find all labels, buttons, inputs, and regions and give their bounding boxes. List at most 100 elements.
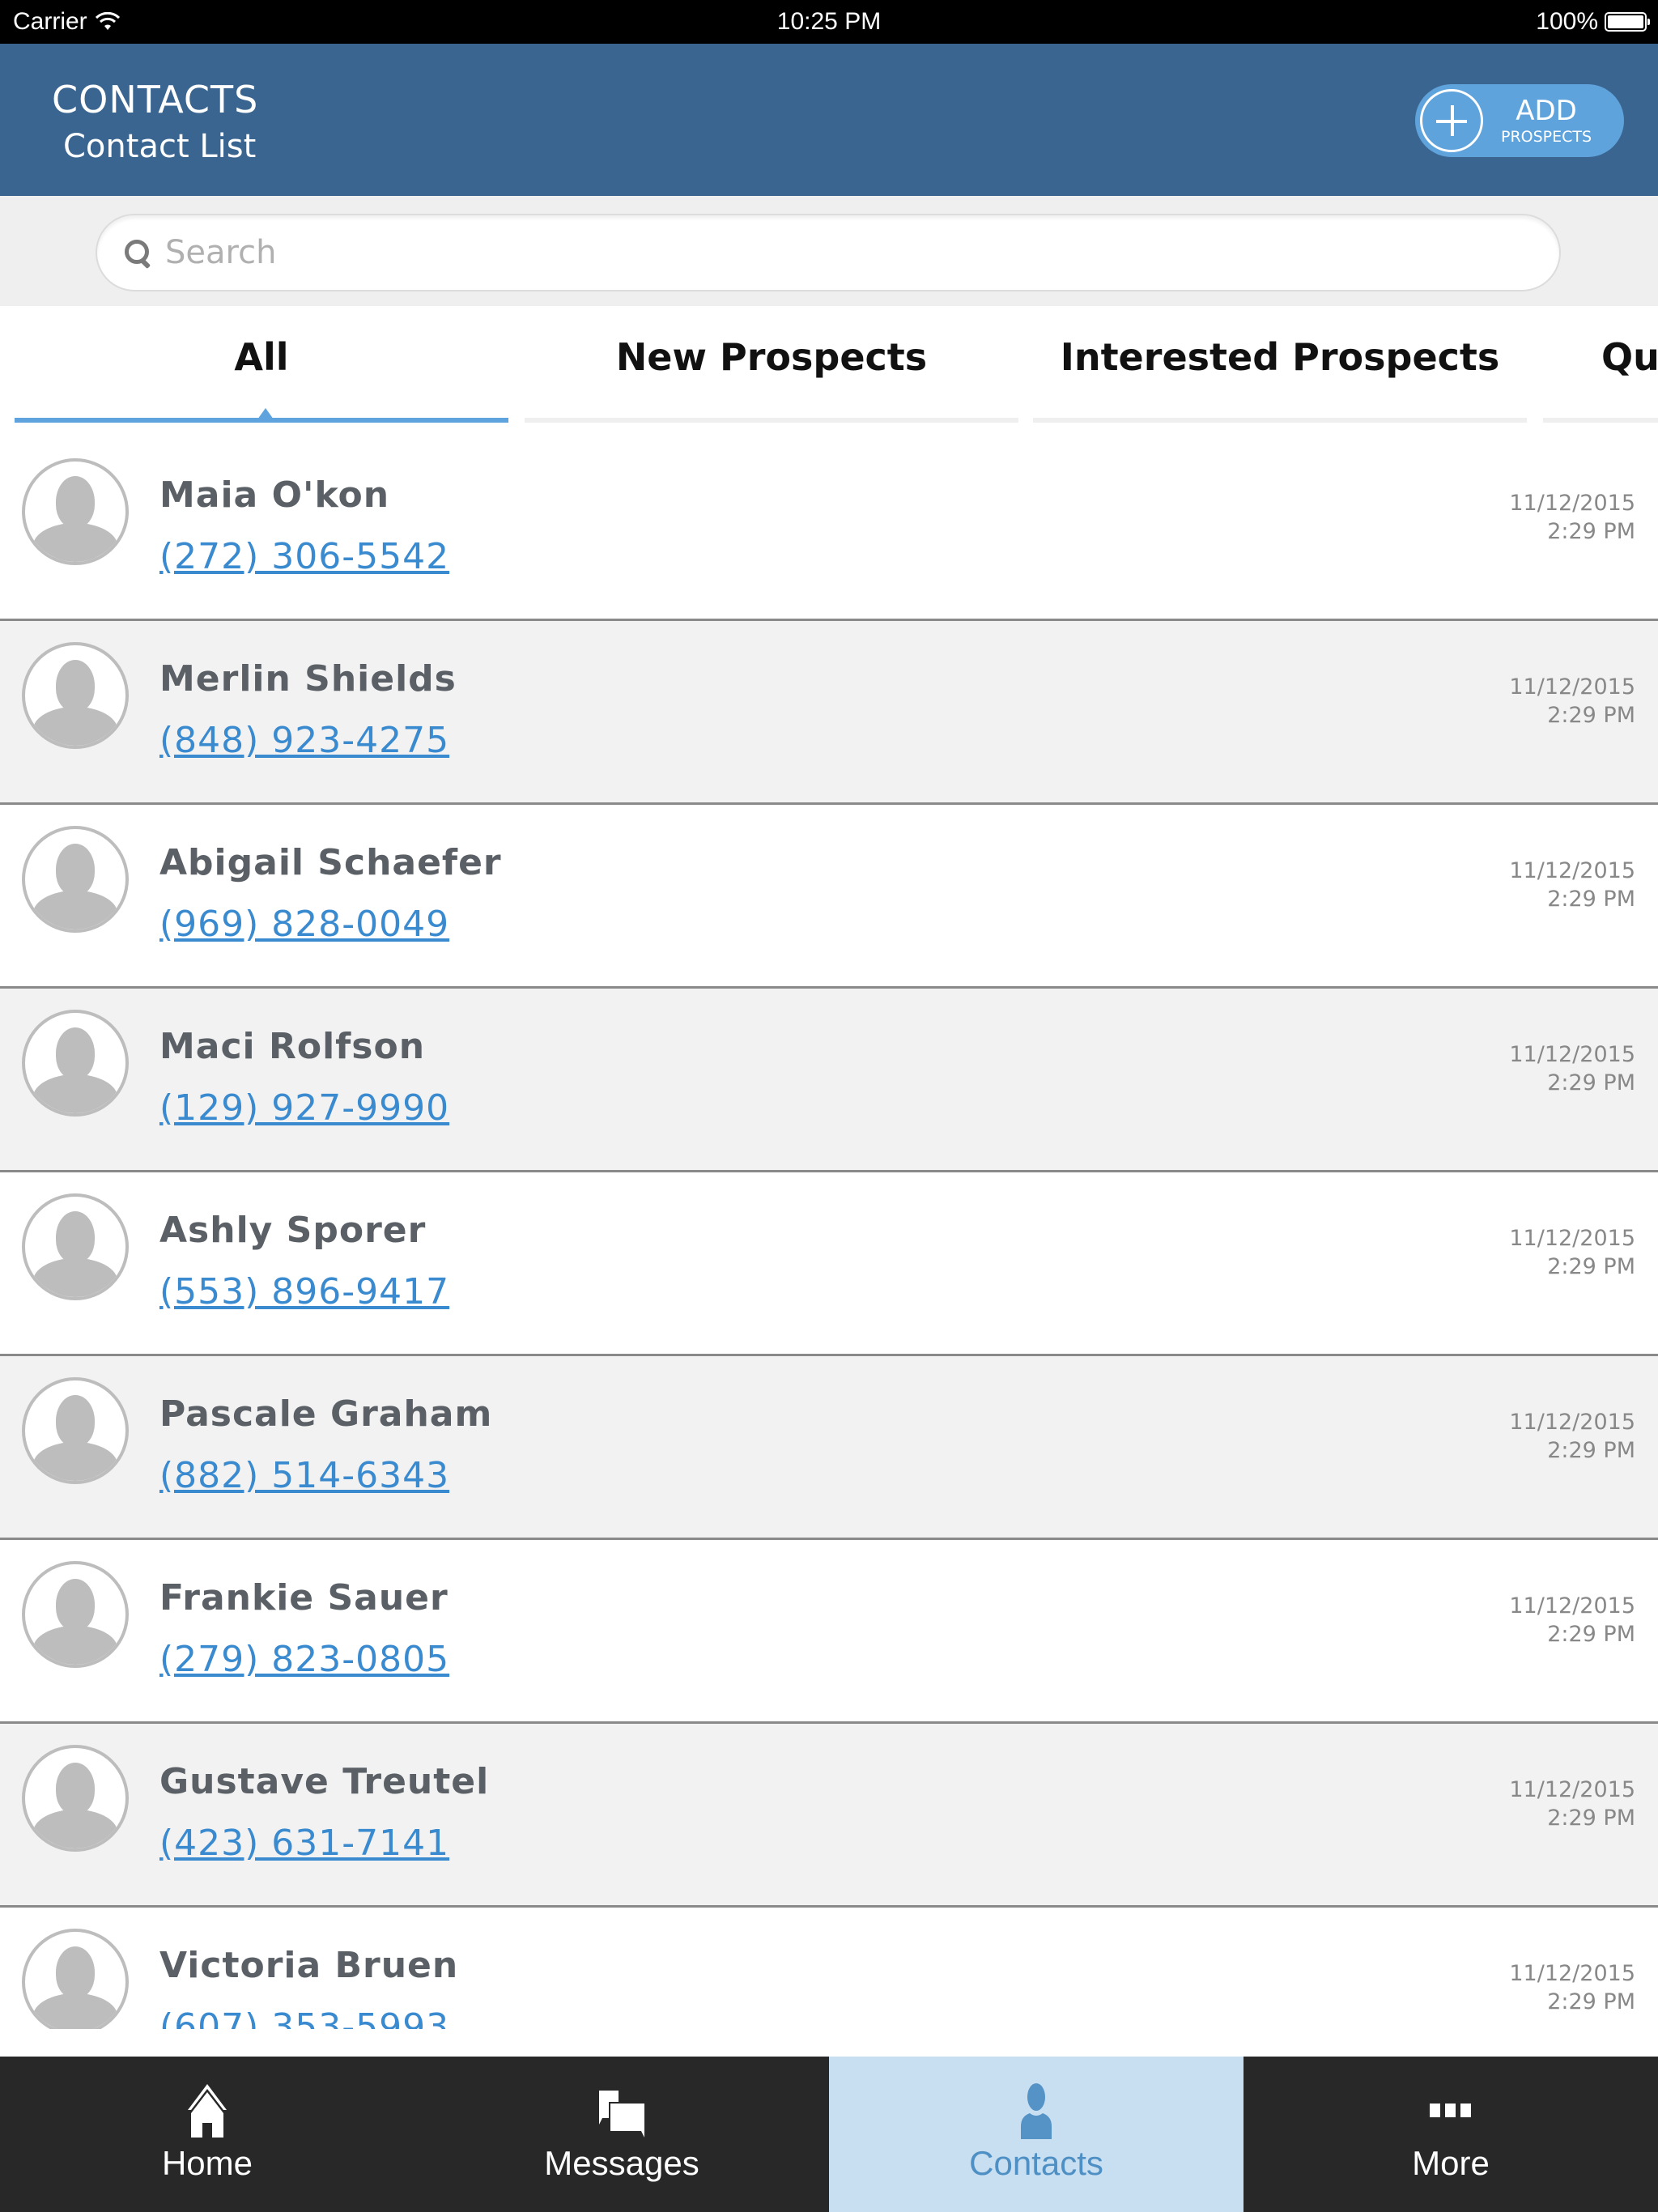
tab-new-prospects[interactable]: New Prospects bbox=[525, 306, 1018, 429]
clock: 10:25 PM bbox=[776, 8, 882, 35]
contact-phone-link[interactable]: (882) 514-6343 bbox=[159, 1455, 449, 1496]
search-field[interactable] bbox=[96, 214, 1561, 291]
tab-all[interactable]: All bbox=[15, 306, 508, 429]
avatar-placeholder-icon bbox=[22, 1929, 129, 2029]
contact-name: Abigail Schaefer bbox=[159, 842, 502, 883]
nav-more[interactable]: More bbox=[1244, 2057, 1658, 2212]
contact-name: Victoria Bruen bbox=[159, 1945, 459, 1986]
contact-date: 11/12/2015 bbox=[1509, 1042, 1635, 1067]
contact-row[interactable]: Gustave Treutel (423) 631-7141 11/12/201… bbox=[0, 1724, 1658, 1908]
more-dots-icon bbox=[1430, 2104, 1471, 2117]
tab-label: Qu bbox=[1601, 335, 1658, 379]
contact-row[interactable]: Frankie Sauer (279) 823-0805 11/12/2015 … bbox=[0, 1540, 1658, 1724]
contact-time: 2:29 PM bbox=[1547, 1254, 1635, 1279]
contact-time: 2:29 PM bbox=[1547, 1622, 1635, 1647]
contact-timestamp: 11/12/2015 2:29 PM bbox=[1509, 857, 1635, 913]
contact-person-icon bbox=[1021, 2083, 1052, 2139]
contact-name: Merlin Shields bbox=[159, 658, 457, 700]
avatar-placeholder-icon bbox=[22, 1745, 129, 1852]
tab-indicator bbox=[1033, 418, 1527, 423]
nav-label: Messages bbox=[544, 2144, 699, 2182]
add-button-sublabel: PROSPECTS bbox=[1501, 127, 1592, 146]
contact-list[interactable]: Maia O'kon (272) 306-5542 11/12/2015 2:2… bbox=[0, 437, 1658, 2029]
avatar-placeholder-icon bbox=[22, 458, 129, 565]
avatar-placeholder-icon bbox=[22, 1193, 129, 1300]
nav-label: More bbox=[1412, 2144, 1490, 2182]
add-prospects-button[interactable]: ADD PROSPECTS bbox=[1415, 84, 1624, 157]
search-bar bbox=[0, 196, 1658, 306]
contact-time: 2:29 PM bbox=[1547, 887, 1635, 912]
contact-timestamp: 11/12/2015 2:29 PM bbox=[1509, 489, 1635, 546]
contact-timestamp: 11/12/2015 2:29 PM bbox=[1509, 1408, 1635, 1465]
tab-indicator bbox=[1543, 418, 1658, 423]
contact-phone-link[interactable]: (423) 631-7141 bbox=[159, 1823, 449, 1864]
bottom-nav: Home Messages Contacts More bbox=[0, 2057, 1658, 2212]
add-button-label: ADD bbox=[1516, 94, 1577, 127]
contact-phone-link[interactable]: (848) 923-4275 bbox=[159, 720, 449, 761]
contact-time: 2:29 PM bbox=[1547, 519, 1635, 544]
contact-row[interactable]: Victoria Bruen (607) 353-5993 11/12/2015… bbox=[0, 1908, 1658, 2029]
nav-label: Contacts bbox=[969, 2144, 1103, 2182]
messages-icon bbox=[599, 2091, 644, 2138]
contact-phone-link[interactable]: (553) 896-9417 bbox=[159, 1271, 449, 1312]
avatar-placeholder-icon bbox=[22, 1561, 129, 1668]
tab-qualified-partial[interactable]: Qu bbox=[1543, 306, 1658, 429]
contact-timestamp: 11/12/2015 2:29 PM bbox=[1509, 1224, 1635, 1281]
nav-label: Home bbox=[161, 2144, 253, 2182]
search-input[interactable] bbox=[164, 233, 1462, 272]
avatar-placeholder-icon bbox=[22, 826, 129, 933]
contact-name: Ashly Sporer bbox=[159, 1210, 427, 1251]
contact-phone-link[interactable]: (279) 823-0805 bbox=[159, 1639, 449, 1680]
contact-phone-link[interactable]: (129) 927-9990 bbox=[159, 1087, 449, 1129]
contact-phone-link[interactable]: (607) 353-5993 bbox=[159, 2006, 449, 2029]
page-title: CONTACTS bbox=[52, 78, 259, 121]
contact-date: 11/12/2015 bbox=[1509, 1593, 1635, 1619]
contact-time: 2:29 PM bbox=[1547, 1989, 1635, 2014]
status-bar: Carrier 10:25 PM 100% bbox=[0, 0, 1658, 44]
home-icon bbox=[188, 2084, 227, 2138]
nav-messages[interactable]: Messages bbox=[414, 2057, 829, 2212]
battery-group: 100% bbox=[1536, 8, 1650, 36]
contact-phone-link[interactable]: (272) 306-5542 bbox=[159, 536, 449, 577]
app-header: CONTACTS Contact List ADD PROSPECTS bbox=[0, 44, 1658, 196]
filter-tabs: All New Prospects Interested Prospects Q… bbox=[0, 306, 1658, 429]
contact-name: Frankie Sauer bbox=[159, 1577, 449, 1619]
contact-row[interactable]: Maia O'kon (272) 306-5542 11/12/2015 2:2… bbox=[0, 437, 1658, 621]
tab-interested-prospects[interactable]: Interested Prospects bbox=[1033, 306, 1527, 429]
contact-date: 11/12/2015 bbox=[1509, 858, 1635, 883]
contact-date: 11/12/2015 bbox=[1509, 1961, 1635, 1986]
contact-date: 11/12/2015 bbox=[1509, 1777, 1635, 1802]
nav-home[interactable]: Home bbox=[0, 2057, 414, 2212]
contact-timestamp: 11/12/2015 2:29 PM bbox=[1509, 1959, 1635, 2016]
battery-icon bbox=[1605, 12, 1650, 32]
contact-date: 11/12/2015 bbox=[1509, 1410, 1635, 1435]
avatar-placeholder-icon bbox=[22, 642, 129, 749]
contact-phone-link[interactable]: (969) 828-0049 bbox=[159, 904, 449, 945]
avatar-placeholder-icon bbox=[22, 1377, 129, 1484]
contact-time: 2:29 PM bbox=[1547, 703, 1635, 728]
contact-timestamp: 11/12/2015 2:29 PM bbox=[1509, 1776, 1635, 1832]
contact-name: Maci Rolfson bbox=[159, 1026, 426, 1067]
contact-row[interactable]: Ashly Sporer (553) 896-9417 11/12/2015 2… bbox=[0, 1172, 1658, 1356]
nav-contacts[interactable]: Contacts bbox=[829, 2057, 1244, 2212]
contact-row[interactable]: Abigail Schaefer (969) 828-0049 11/12/20… bbox=[0, 805, 1658, 989]
contact-timestamp: 11/12/2015 2:29 PM bbox=[1509, 1592, 1635, 1648]
contact-date: 11/12/2015 bbox=[1509, 674, 1635, 700]
battery-percent: 100% bbox=[1536, 8, 1598, 35]
tab-label: All bbox=[234, 335, 289, 379]
tab-indicator bbox=[525, 418, 1018, 423]
contact-date: 11/12/2015 bbox=[1509, 491, 1635, 516]
contact-timestamp: 11/12/2015 2:29 PM bbox=[1509, 1040, 1635, 1097]
contact-timestamp: 11/12/2015 2:29 PM bbox=[1509, 673, 1635, 730]
tab-label: Interested Prospects bbox=[1060, 335, 1500, 379]
contact-row[interactable]: Merlin Shields (848) 923-4275 11/12/2015… bbox=[0, 621, 1658, 805]
contact-name: Maia O'kon bbox=[159, 474, 390, 516]
contact-name: Gustave Treutel bbox=[159, 1761, 490, 1802]
contact-row[interactable]: Pascale Graham (882) 514-6343 11/12/2015… bbox=[0, 1356, 1658, 1540]
plus-circle-icon bbox=[1420, 89, 1483, 152]
contact-time: 2:29 PM bbox=[1547, 1070, 1635, 1095]
page-subtitle: Contact List bbox=[63, 128, 257, 165]
contact-time: 2:29 PM bbox=[1547, 1806, 1635, 1831]
contact-row[interactable]: Maci Rolfson (129) 927-9990 11/12/2015 2… bbox=[0, 989, 1658, 1172]
contact-name: Pascale Graham bbox=[159, 1393, 493, 1435]
